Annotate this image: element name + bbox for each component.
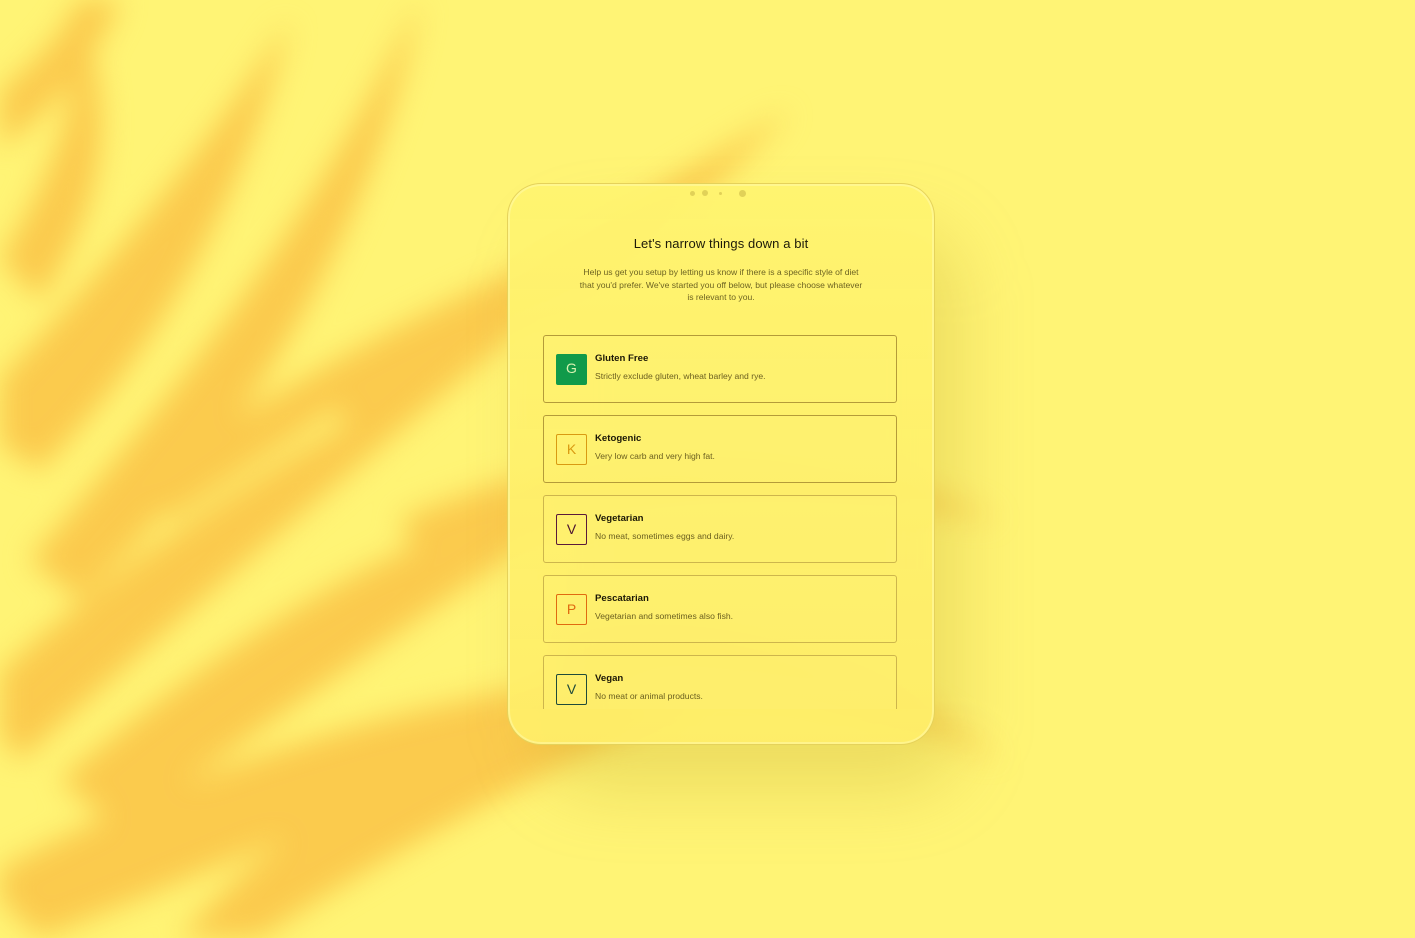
- option-gluten-free[interactable]: G Gluten Free Strictly exclude gluten, w…: [543, 335, 897, 403]
- app-screen: Let's narrow things down a bit Help us g…: [508, 184, 934, 709]
- letter-badge-icon: P: [556, 594, 587, 625]
- option-description: Vegetarian and sometimes also fish.: [595, 611, 734, 621]
- option-title: Vegan: [595, 673, 624, 684]
- option-description: No meat, sometimes eggs and dairy.: [595, 531, 735, 541]
- page-subtitle: Help us get you setup by letting us know…: [579, 267, 863, 303]
- tablet-device: Let's narrow things down a bit Help us g…: [507, 183, 935, 745]
- option-vegan[interactable]: V Vegan No meat or animal products.: [543, 655, 897, 709]
- page-title: Let's narrow things down a bit: [633, 236, 809, 251]
- option-title: Pescatarian: [595, 593, 649, 604]
- option-pescatarian[interactable]: P Pescatarian Vegetarian and sometimes a…: [543, 575, 897, 643]
- option-title: Vegetarian: [595, 513, 644, 524]
- option-title: Ketogenic: [595, 433, 642, 444]
- letter-badge-icon: V: [556, 514, 587, 545]
- letter-badge-icon: V: [556, 674, 587, 705]
- option-title: Gluten Free: [595, 353, 649, 364]
- option-vegetarian[interactable]: V Vegetarian No meat, sometimes eggs and…: [543, 495, 897, 563]
- option-description: Very low carb and very high fat.: [595, 451, 715, 461]
- letter-badge-icon: G: [556, 354, 587, 385]
- option-description: Strictly exclude gluten, wheat barley an…: [595, 371, 766, 381]
- option-description: No meat or animal products.: [595, 691, 703, 701]
- option-ketogenic[interactable]: K Ketogenic Very low carb and very high …: [543, 415, 897, 483]
- letter-badge-icon: K: [556, 434, 587, 465]
